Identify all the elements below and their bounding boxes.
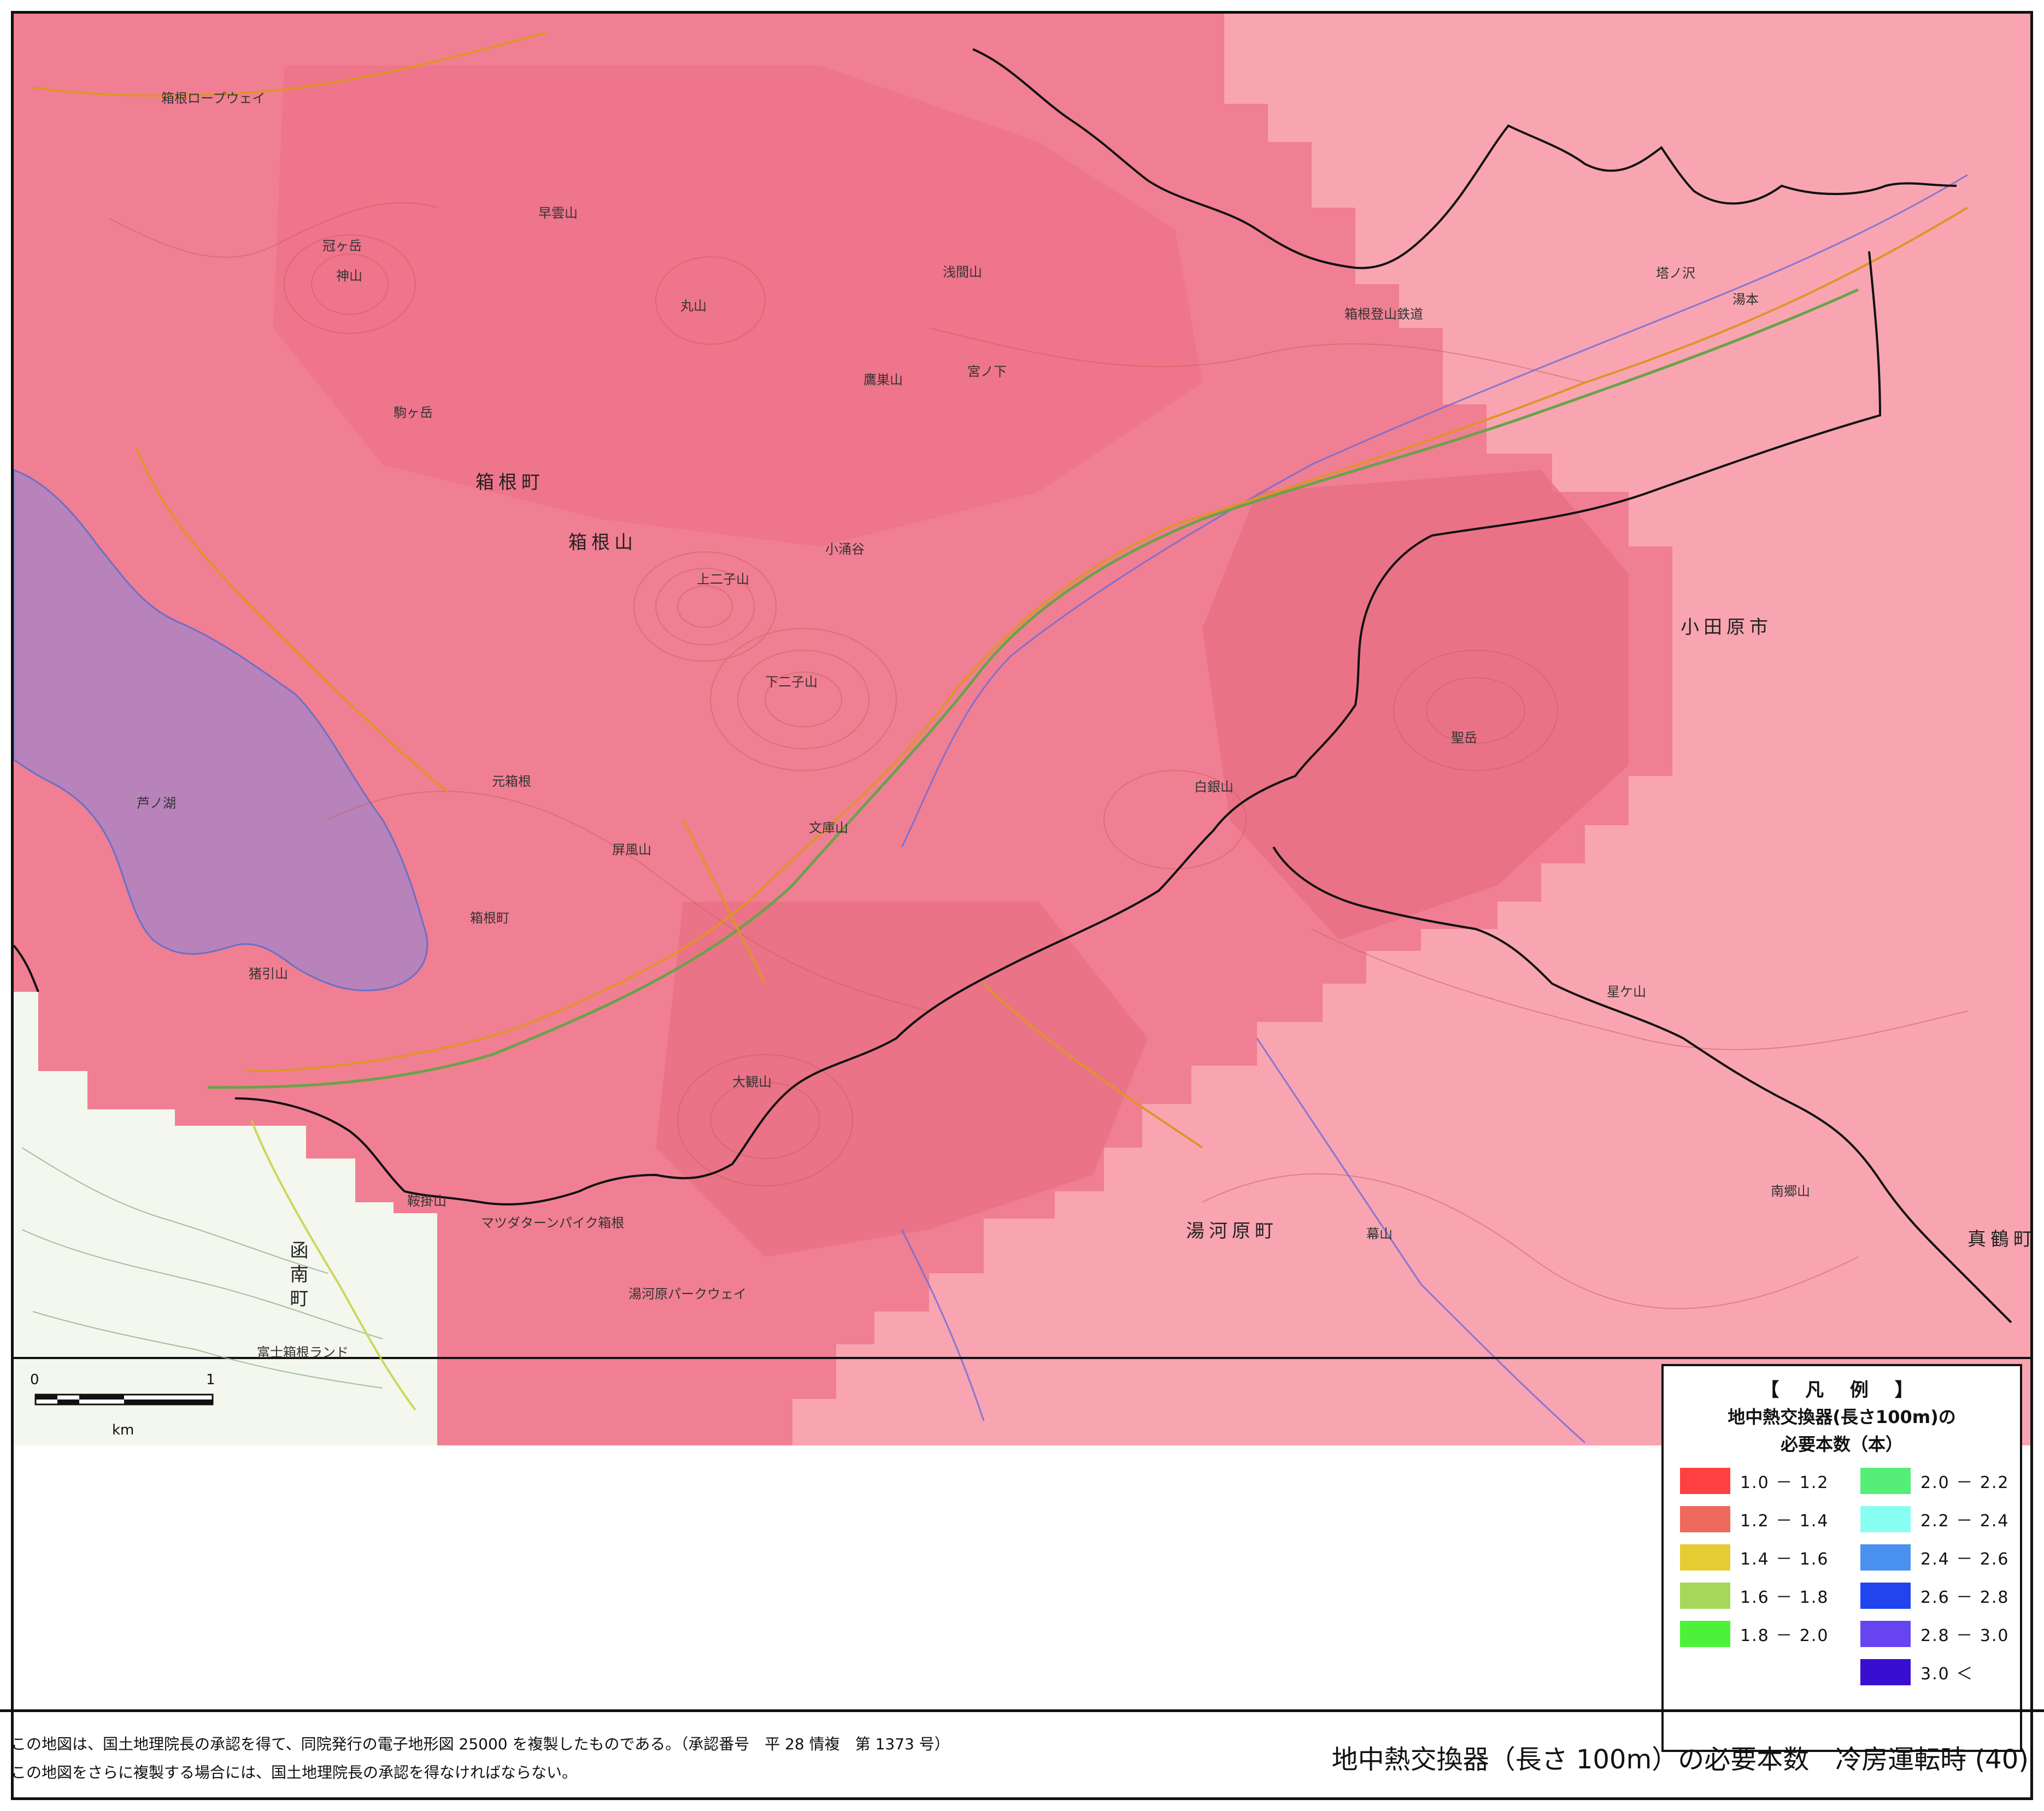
scale-bar-graphic [34,1393,214,1406]
legend-item-label: 1.4 － 1.6 [1740,1550,1829,1569]
peak-taikanzan: 大観山 [732,1074,772,1090]
scale-unit-label: km [112,1422,134,1438]
peak-maruyama: 丸山 [680,298,707,314]
copyright-note-2: この地図をさらに複製する場合には、国土地理院長の承認を得なければならない。 [11,1763,578,1781]
feature-hakone-tozan-railway: 箱根登山鉄道 [1344,307,1423,322]
legend-item-label: 1.0 － 1.2 [1740,1473,1829,1492]
legend-item: 1.6 － 1.8 [1680,1583,1829,1609]
feature-hakone-machi: 箱根町 [470,910,509,926]
legend-swatch [1860,1659,1911,1685]
copyright-note-1: この地図は、国土地理院長の承認を得て、同院発行の電子地形図 25000 を複製し… [11,1735,950,1753]
scale-one-label: 1 [206,1372,215,1388]
peak-byobuyama: 屏風山 [612,842,651,857]
label-odawara-city: 小田原市 [1681,616,1772,638]
peak-komagatake: 駒ヶ岳 [393,405,433,420]
peak-inobikiyama: 猪引山 [249,966,288,981]
label-kannami-town: 函南町 [286,1240,308,1313]
peak-makuyama: 幕山 [1366,1226,1393,1242]
legend-item: 1.4 － 1.6 [1680,1544,1829,1571]
legend-item: 1.0 － 1.2 [1680,1468,1829,1494]
label-hakone-town: 箱根町 [475,472,544,493]
feature-fuji-hakone-land: 富士箱根ランド [257,1345,349,1360]
legend-item-label: 2.2 － 2.4 [1920,1512,2010,1531]
feature-turnpike: マツダターンパイク箱根 [481,1215,625,1231]
legend-swatch [1860,1506,1911,1532]
legend-item: 2.6 － 2.8 [1860,1583,2010,1609]
legend-item: 3.0 ＜ [1860,1659,1973,1685]
legend-swatch [1860,1621,1911,1647]
feature-motohakone: 元箱根 [492,774,531,789]
feature-miyanoshita: 宮ノ下 [967,364,1007,379]
legend-item: 1.8 － 2.0 [1680,1621,1829,1647]
legend: 【 凡 例 】 地中熱交換器(長さ100m)の 必要本数（本） 1.0 － 1.… [1661,1364,2022,1752]
legend-item: 2.0 － 2.2 [1860,1468,2010,1494]
legend-item: 2.8 － 3.0 [1860,1621,2010,1647]
feature-yumoto: 湯本 [1732,292,1759,307]
legend-title: 【 凡 例 】 [1760,1379,1923,1401]
feature-ashinoko: 芦ノ湖 [137,796,176,811]
legend-item-label: 1.2 － 1.4 [1740,1512,1829,1531]
legend-item-label: 2.0 － 2.2 [1920,1473,2010,1492]
label-manazuru-town: 真鶴町 [1967,1228,2036,1250]
scale-zero-label: 0 [30,1372,39,1388]
peak-kamifutagoyama: 上二子山 [697,572,749,587]
peak-hoshigayama: 星ケ山 [1607,984,1646,999]
legend-swatch [1680,1468,1730,1494]
peak-kanmurigatake: 冠ヶ岳 [322,238,362,254]
map-caption: 地中熱交換器（長さ 100m）の必要本数 冷房運転時 (40) [1331,1744,2029,1775]
legend-subtitle-line1: 地中熱交換器(長さ100m)の [1728,1407,1956,1427]
feature-kowakidani: 小涌谷 [825,542,865,557]
legend-swatch [1680,1621,1730,1647]
feature-hakone-ropeway: 箱根ロープウェイ [161,91,266,106]
legend-item-label: 2.8 － 3.0 [1920,1626,2010,1645]
feature-yugawara-parkway: 湯河原パークウェイ [629,1286,747,1302]
legend-item: 2.4 － 2.6 [1860,1544,2010,1571]
label-yugawara-town: 湯河原町 [1186,1220,1278,1242]
legend-item-label: 1.6 － 1.8 [1740,1588,1829,1607]
peak-hijiridake: 聖岳 [1451,730,1477,745]
legend-swatch [1680,1583,1730,1609]
peak-kamiyama: 神山 [336,268,362,284]
legend-swatch [1680,1544,1730,1571]
legend-subtitle: 地中熱交換器(長さ100m)の 必要本数（本） [1664,1403,2020,1458]
legend-swatch [1860,1468,1911,1494]
legend-item-label: 3.0 ＜ [1920,1665,1974,1684]
legend-swatch [1860,1583,1911,1609]
peak-sengenyama: 浅間山 [943,264,982,280]
peak-bunkoyama: 文庫山 [809,820,848,836]
peak-nangozan: 南郷山 [1771,1184,1810,1199]
label-hakoneyama: 箱根山 [568,532,637,554]
legend-subtitle-line2: 必要本数（本） [1780,1434,1903,1455]
legend-swatch [1680,1506,1730,1532]
footer-divider [0,1709,2044,1712]
legend-item-label: 2.6 － 2.8 [1920,1588,2010,1607]
legend-item: 1.2 － 1.4 [1680,1506,1829,1532]
peak-shimofutagoyama: 下二子山 [765,674,818,690]
legend-swatch [1860,1544,1911,1571]
peak-takanosuyama: 鷹巣山 [864,372,903,387]
feature-tonosawa: 塔ノ沢 [1656,266,1695,281]
legend-item-label: 1.8 － 2.0 [1740,1626,1829,1645]
legend-item: 2.2 － 2.4 [1860,1506,2010,1532]
peak-shiroganeyama: 白銀山 [1194,779,1234,795]
peak-kurakakeyama: 鞍掛山 [407,1193,447,1209]
peak-sounzan: 早雲山 [538,205,578,221]
legend-item-label: 2.4 － 2.6 [1920,1550,2010,1569]
